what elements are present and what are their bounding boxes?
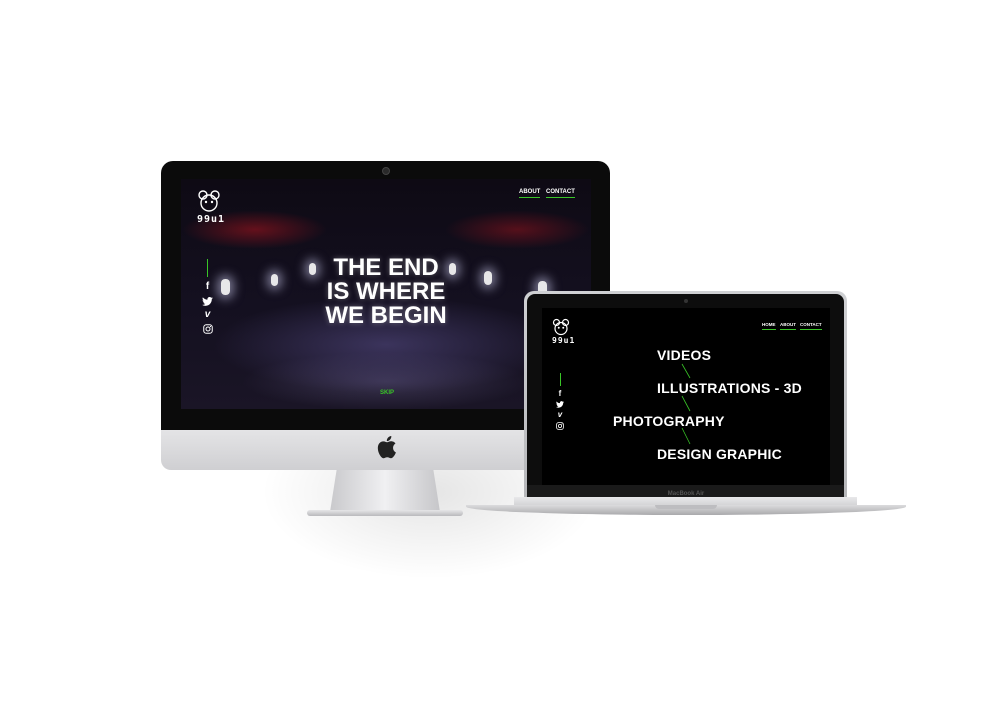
vimeo-icon[interactable]: v — [205, 310, 211, 320]
brand-text: 99u1 — [197, 214, 226, 225]
lamp-light — [221, 279, 230, 295]
macbook-notch — [655, 505, 717, 509]
menu-item-photography[interactable]: PHOTOGRAPHY — [613, 413, 725, 429]
connector-line — [681, 395, 691, 412]
connector-line — [681, 427, 691, 445]
imac-base — [307, 510, 463, 516]
connector-line — [681, 363, 691, 379]
nav-contact[interactable]: CONTACT — [546, 189, 575, 198]
macbook-camera — [684, 299, 688, 303]
apple-logo-icon — [377, 435, 396, 459]
bear-logo-icon — [198, 190, 220, 212]
menu-item-illustrations[interactable]: ILLUSTRATIONS - 3D — [657, 380, 802, 396]
hero-line-2: IS WHERE — [326, 278, 446, 305]
brand-logo[interactable]: 99u1 — [197, 189, 225, 225]
menu-item-videos[interactable]: VIDEOS — [657, 347, 711, 363]
skip-button[interactable]: SKIP — [380, 390, 394, 396]
imac-camera — [382, 167, 390, 175]
hero-headline: THE END IS WHERE WE BEGIN — [301, 256, 471, 328]
macbook-screen: 99u1 HOME ABOUT CONTACT f v VIDEOS ILLUS… — [542, 308, 830, 485]
lamp-light — [271, 274, 278, 286]
hero-line-3: WE BEGIN — [325, 302, 447, 329]
hero-line-1: THE END — [333, 254, 439, 281]
lamp-light — [484, 271, 492, 285]
social-bar: f v — [202, 259, 213, 334]
instagram-icon[interactable] — [202, 324, 213, 334]
nav-about[interactable]: ABOUT — [519, 189, 541, 198]
imac-stand — [330, 470, 440, 512]
social-divider — [207, 259, 208, 277]
twitter-icon[interactable] — [202, 297, 213, 306]
facebook-icon[interactable]: f — [206, 282, 209, 292]
menu-item-design-graphic[interactable]: DESIGN GRAPHIC — [657, 446, 782, 462]
